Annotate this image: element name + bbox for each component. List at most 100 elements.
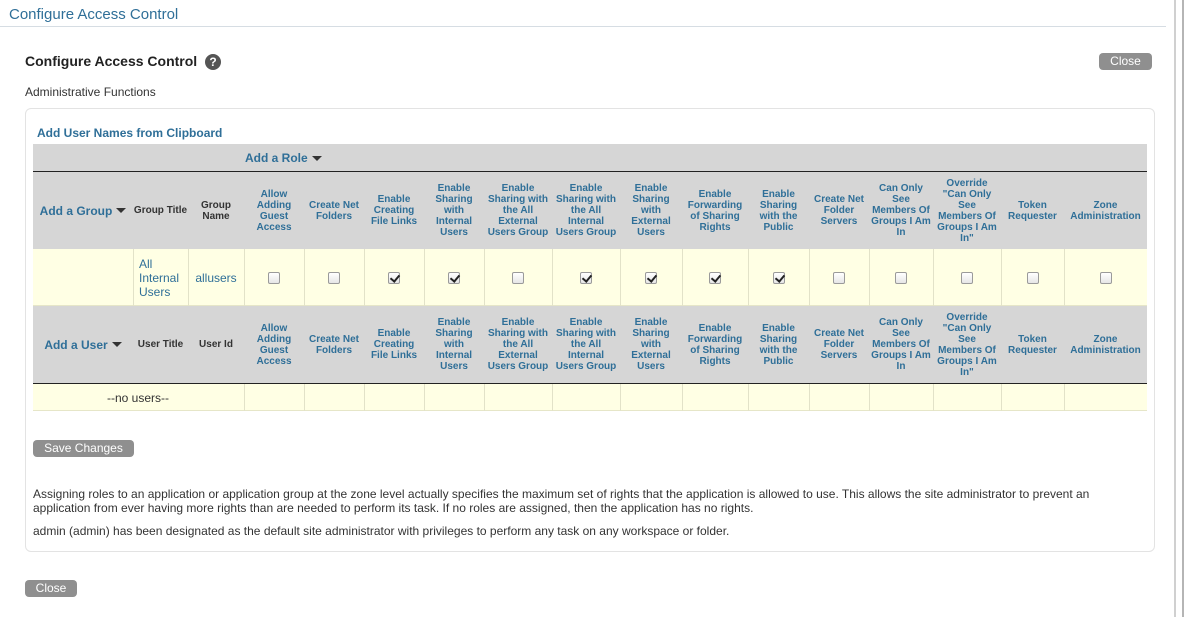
- right-header-user[interactable]: Create Net Folder Servers: [811, 306, 867, 383]
- right-header-user[interactable]: Token Requester: [1003, 306, 1062, 383]
- group-name-cell[interactable]: allusers: [188, 249, 244, 306]
- right-checkbox[interactable]: [895, 271, 907, 284]
- column-divider: [188, 249, 189, 306]
- right-header-group[interactable]: Enable Sharing with External Users: [622, 172, 680, 249]
- right-header-group[interactable]: Enable Sharing with the All External Use…: [486, 172, 550, 249]
- add-role-dropdown[interactable]: Add a Role: [245, 148, 322, 168]
- add-user-dropdown[interactable]: Add a User: [33, 306, 133, 383]
- column-divider: [620, 249, 621, 306]
- column-divider: [364, 249, 365, 306]
- user-id-header-label: User Id: [199, 339, 233, 350]
- column-divider: [424, 249, 425, 306]
- right-header-group[interactable]: Enable Sharing with the Public: [750, 172, 807, 249]
- right-header-group[interactable]: Token Requester: [1003, 172, 1062, 249]
- right-checkbox[interactable]: [1026, 271, 1039, 284]
- right-header-user[interactable]: Enable Forwarding of Sharing Rights: [684, 306, 746, 383]
- group-title-header-label: Group Title: [133, 205, 188, 216]
- column-divider: [244, 249, 245, 306]
- right-header-user[interactable]: Enable Sharing with the All Internal Use…: [554, 306, 618, 383]
- column-divider: [552, 249, 553, 306]
- close-button-top[interactable]: Close: [1099, 53, 1152, 70]
- right-header-user[interactable]: Zone Administration: [1066, 306, 1145, 383]
- right-header-user[interactable]: Enable Creating File Links: [366, 306, 422, 383]
- right-header-user[interactable]: Enable Sharing with Internal Users: [426, 306, 482, 383]
- right-header-user[interactable]: Enable Sharing with External Users: [622, 306, 680, 383]
- right-cell: [620, 249, 682, 306]
- section-subtitle: Administrative Functions: [25, 85, 156, 99]
- right-cell: [244, 249, 304, 306]
- right-header-user[interactable]: Allow Adding Guest Access: [246, 306, 302, 383]
- right-cell: [1064, 249, 1147, 306]
- column-divider: [748, 249, 749, 306]
- right-header-label: Token Requester: [1008, 199, 1057, 222]
- right-header-label: Enable Sharing with Internal Users: [435, 183, 473, 238]
- right-header-label: Create Net Folder Servers: [813, 328, 865, 361]
- column-divider: [682, 384, 683, 411]
- right-header-group[interactable]: Zone Administration: [1066, 172, 1145, 249]
- right-header-group[interactable]: Enable Sharing with the All Internal Use…: [554, 172, 618, 249]
- window-titlebar: Configure Access Control: [0, 0, 1166, 27]
- right-header-group[interactable]: Enable Sharing with Internal Users: [426, 172, 482, 249]
- right-header-label: Can Only See Members Of Groups I Am In: [871, 317, 931, 372]
- close-button-bottom[interactable]: Close: [25, 580, 77, 597]
- right-cell: [748, 249, 809, 306]
- right-header-label: Allow Adding Guest Access: [256, 188, 292, 233]
- right-header-user[interactable]: Enable Sharing with the Public: [750, 306, 807, 383]
- add-group-dropdown[interactable]: Add a Group: [33, 172, 133, 249]
- right-checkbox[interactable]: [328, 271, 340, 284]
- right-checkbox[interactable]: [388, 271, 400, 284]
- column-divider: [424, 384, 425, 411]
- right-header-label: Can Only See Members Of Groups I Am In: [871, 183, 931, 238]
- right-checkbox[interactable]: [833, 271, 845, 284]
- right-header-label: Create Net Folders: [308, 333, 360, 356]
- right-header-group[interactable]: Can Only See Members Of Groups I Am In: [871, 172, 931, 249]
- right-checkbox[interactable]: [580, 271, 592, 284]
- right-header-label: Enable Sharing with External Users: [631, 183, 671, 238]
- group-title-cell[interactable]: All Internal Users: [133, 249, 188, 306]
- add-from-clipboard-link[interactable]: Add User Names from Clipboard: [37, 126, 222, 140]
- right-header-user[interactable]: Create Net Folders: [306, 306, 362, 383]
- right-header-label: Create Net Folders: [308, 199, 360, 222]
- right-header-group[interactable]: Allow Adding Guest Access: [246, 172, 302, 249]
- help-icon[interactable]: ?: [205, 54, 221, 70]
- user-title-header-label: User Title: [137, 339, 184, 350]
- right-header-label: Allow Adding Guest Access: [256, 322, 292, 367]
- right-header-group[interactable]: Create Net Folder Servers: [811, 172, 867, 249]
- right-checkbox[interactable]: [961, 271, 973, 284]
- right-checkbox[interactable]: [645, 271, 657, 284]
- right-checkbox[interactable]: [512, 271, 524, 284]
- right-header-user[interactable]: Enable Sharing with the All External Use…: [486, 306, 550, 383]
- right-cell: [869, 249, 933, 306]
- column-divider: [484, 384, 485, 411]
- right-cell: [304, 249, 364, 306]
- right-header-label: Enable Sharing with the All External Use…: [487, 183, 549, 238]
- right-header-group[interactable]: Enable Creating File Links: [366, 172, 422, 249]
- column-divider: [620, 384, 621, 411]
- column-divider: [1064, 249, 1065, 306]
- no-users-label: --no users--: [107, 390, 170, 405]
- group-title-link[interactable]: All Internal Users: [139, 257, 188, 299]
- right-checkbox[interactable]: [1099, 271, 1112, 284]
- save-changes-button[interactable]: Save Changes: [33, 440, 134, 457]
- column-divider: [682, 249, 683, 306]
- right-header-user[interactable]: Can Only See Members Of Groups I Am In: [871, 306, 931, 383]
- right-checkbox[interactable]: [772, 271, 785, 284]
- role-header-bar: [33, 144, 1147, 172]
- right-checkbox[interactable]: [268, 271, 280, 284]
- right-header-label: Enable Sharing with the Public: [759, 188, 798, 233]
- right-checkbox[interactable]: [448, 271, 460, 284]
- right-header-label: Enable Creating File Links: [370, 328, 418, 361]
- right-header-group[interactable]: Enable Forwarding of Sharing Rights: [684, 172, 746, 249]
- right-cell: [552, 249, 620, 306]
- right-header-label: Enable Creating File Links: [370, 194, 418, 227]
- column-divider: [933, 249, 934, 306]
- right-checkbox[interactable]: [709, 271, 721, 284]
- column-divider: [1001, 384, 1002, 411]
- right-header-group[interactable]: Create Net Folders: [306, 172, 362, 249]
- right-cell: [682, 249, 748, 306]
- right-header-label: Enable Sharing with Internal Users: [435, 317, 473, 372]
- add-role-label: Add a Role: [245, 151, 308, 165]
- right-header-user[interactable]: Override "Can Only See Members Of Groups…: [935, 306, 999, 383]
- group-name-link[interactable]: allusers: [195, 271, 236, 285]
- right-header-group[interactable]: Override "Can Only See Members Of Groups…: [935, 172, 999, 249]
